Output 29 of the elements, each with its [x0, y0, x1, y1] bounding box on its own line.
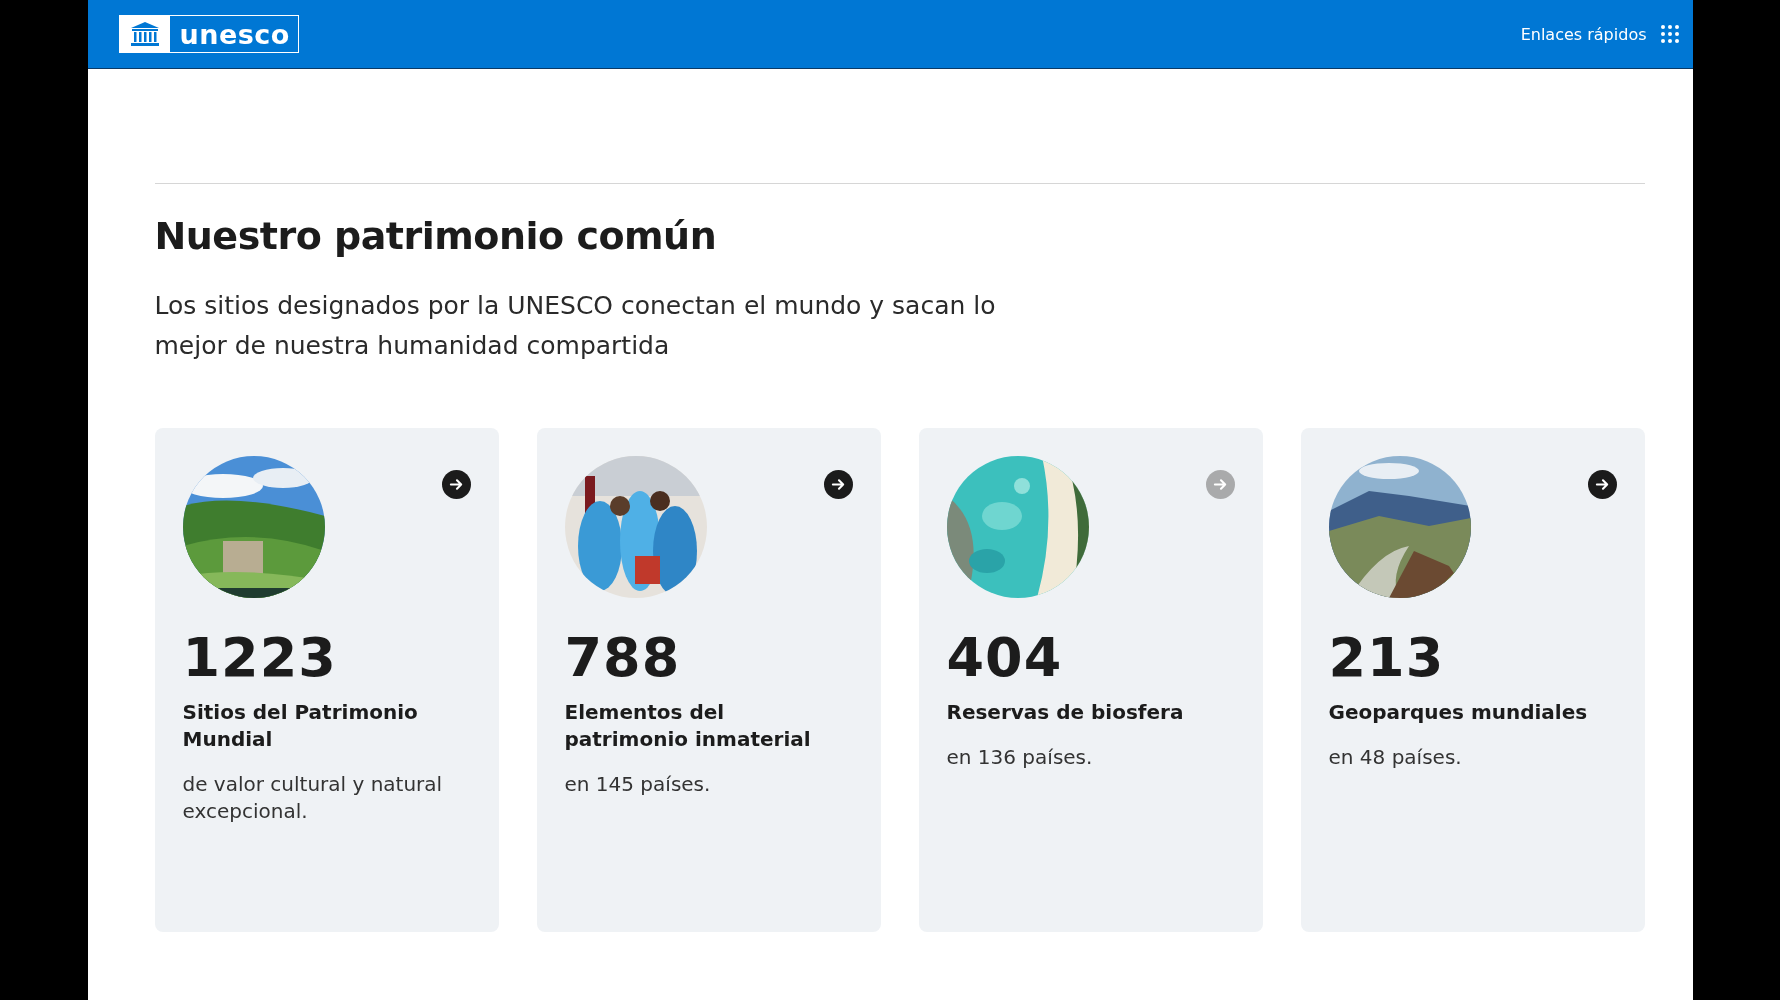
unesco-logo[interactable]: unesco: [118, 15, 299, 53]
arrow-button[interactable]: [823, 470, 853, 499]
stat-card[interactable]: 213 Geoparques mundiales en 48 países.: [1300, 428, 1645, 932]
grid-icon: [1660, 25, 1679, 43]
stat-label: Geoparques mundiales: [1328, 699, 1589, 726]
stat-card[interactable]: 788 Elementos del patrimonio inmaterial en 145 países.: [536, 428, 881, 932]
stat-description: en 145 países.: [564, 771, 712, 798]
stat-number: 788: [564, 626, 682, 689]
temple-icon: [129, 21, 160, 47]
arrow-button[interactable]: [1587, 470, 1617, 499]
stat-label: Reservas de biosfera: [946, 699, 1185, 726]
stat-description: en 136 países.: [946, 744, 1094, 771]
quick-links-link[interactable]: Enlaces rápidos: [1520, 24, 1679, 44]
stat-number: 213: [1328, 626, 1446, 689]
arrow-icon: [1212, 477, 1228, 492]
arrow-icon: [1594, 477, 1610, 492]
stat-card[interactable]: 404 Reservas de biosfera en 136 países.: [918, 428, 1263, 932]
arrow-icon: [448, 477, 464, 492]
stat-label: Elementos del patrimonio inmaterial: [564, 699, 812, 753]
section-subtitle: Los sitios designados por la UNESCO conectan el mundo y sacan lo mejor de nuestra humanidad compartida: [154, 290, 997, 362]
section-title: Nuestro patrimonio común: [154, 214, 718, 258]
stat-description: en 48 países.: [1328, 744, 1463, 771]
stat-card[interactable]: 1223 Sitios del Patrimonio Mundial de valor cultural y natural excepcional.: [154, 428, 499, 932]
stat-description: de valor cultural y natural excepcional.: [182, 771, 444, 825]
stat-number: 404: [946, 626, 1064, 689]
arrow-button[interactable]: [441, 470, 471, 499]
stat-label: Sitios del Patrimonio Mundial: [182, 699, 419, 753]
arrow-icon: [830, 477, 846, 492]
stat-number: 1223: [182, 626, 338, 689]
